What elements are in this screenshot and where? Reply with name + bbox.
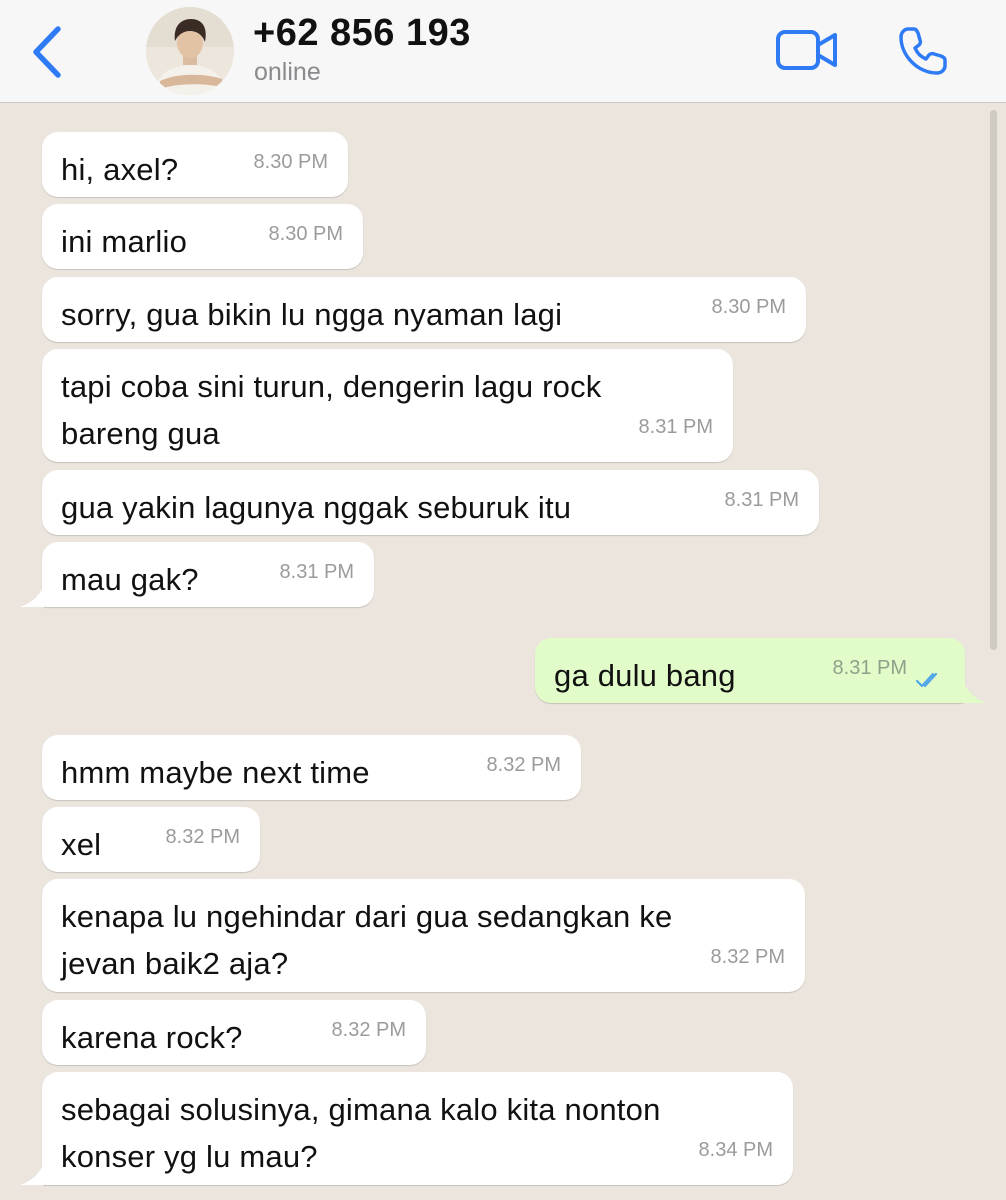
back-button[interactable] (22, 22, 72, 82)
message-time: 8.30 PM (268, 223, 343, 245)
message-time: 8.31 PM (279, 561, 354, 583)
message-time: 8.31 PM (638, 416, 713, 438)
contact-status: online (254, 58, 321, 86)
message-text-line-1: tapi coba sini turun, dengerin lagu rock (61, 369, 602, 404)
message-time: 8.30 PM (253, 151, 328, 173)
phone-icon (899, 27, 947, 75)
message-time: 8.34 PM (698, 1139, 773, 1161)
message-time: 8.31 PM (832, 657, 907, 679)
incoming-message[interactable]: karena rock? 8.32 PM (42, 1000, 426, 1065)
incoming-message[interactable]: ini marlio 8.30 PM (42, 204, 363, 269)
incoming-message[interactable]: gua yakin lagunya nggak seburuk itu 8.31… (42, 470, 819, 535)
message-text: sorry, gua bikin lu ngga nyaman lagi (61, 297, 563, 332)
message-time: 8.32 PM (331, 1019, 406, 1041)
message-text-line-2: bareng gua (61, 416, 220, 451)
video-call-button[interactable] (770, 20, 844, 80)
video-camera-icon (776, 30, 837, 70)
contact-name[interactable]: +62 856 193 (253, 12, 471, 55)
message-text: gua yakin lagunya nggak seburuk itu (61, 490, 572, 525)
message-text-line-1: sebagai solusinya, gimana kalo kita nont… (61, 1092, 661, 1127)
message-time: 8.32 PM (710, 946, 785, 968)
contact-photo (146, 7, 234, 95)
message-time: 8.31 PM (724, 489, 799, 511)
incoming-message[interactable]: sorry, gua bikin lu ngga nyaman lagi 8.3… (42, 277, 806, 342)
incoming-message[interactable]: hi, axel? 8.30 PM (42, 132, 348, 197)
bubble-tail (20, 585, 44, 607)
double-check-icon (915, 672, 938, 688)
incoming-message[interactable]: kenapa lu ngehindar dari gua sedangkan k… (42, 879, 805, 992)
message-time: 8.32 PM (486, 754, 561, 776)
incoming-message[interactable]: hmm maybe next time 8.32 PM (42, 735, 581, 800)
message-time: 8.32 PM (165, 826, 240, 848)
incoming-message[interactable]: xel 8.32 PM (42, 807, 260, 872)
incoming-message[interactable]: tapi coba sini turun, dengerin lagu rock… (42, 349, 733, 462)
message-text-line-1: kenapa lu ngehindar dari gua sedangkan k… (61, 899, 673, 934)
message-time: 8.30 PM (711, 296, 786, 318)
chat-scrollbar[interactable] (990, 110, 997, 650)
outgoing-message[interactable]: ga dulu bang 8.31 PM (535, 638, 987, 703)
chat-header: +62 856 193 online (0, 0, 1006, 103)
incoming-message[interactable]: mau gak? 8.31 PM (20, 542, 374, 607)
message-text-line-2: konser yg lu mau? (61, 1139, 318, 1174)
bubble-tail (963, 681, 987, 703)
incoming-message[interactable]: sebagai solusinya, gimana kalo kita nont… (20, 1072, 793, 1185)
voice-call-button[interactable] (890, 18, 956, 84)
avatar[interactable] (146, 7, 234, 95)
bubble-tail (20, 1163, 44, 1185)
message-text-line-2: jevan baik2 aja? (61, 946, 289, 981)
chevron-left-icon (33, 26, 61, 78)
